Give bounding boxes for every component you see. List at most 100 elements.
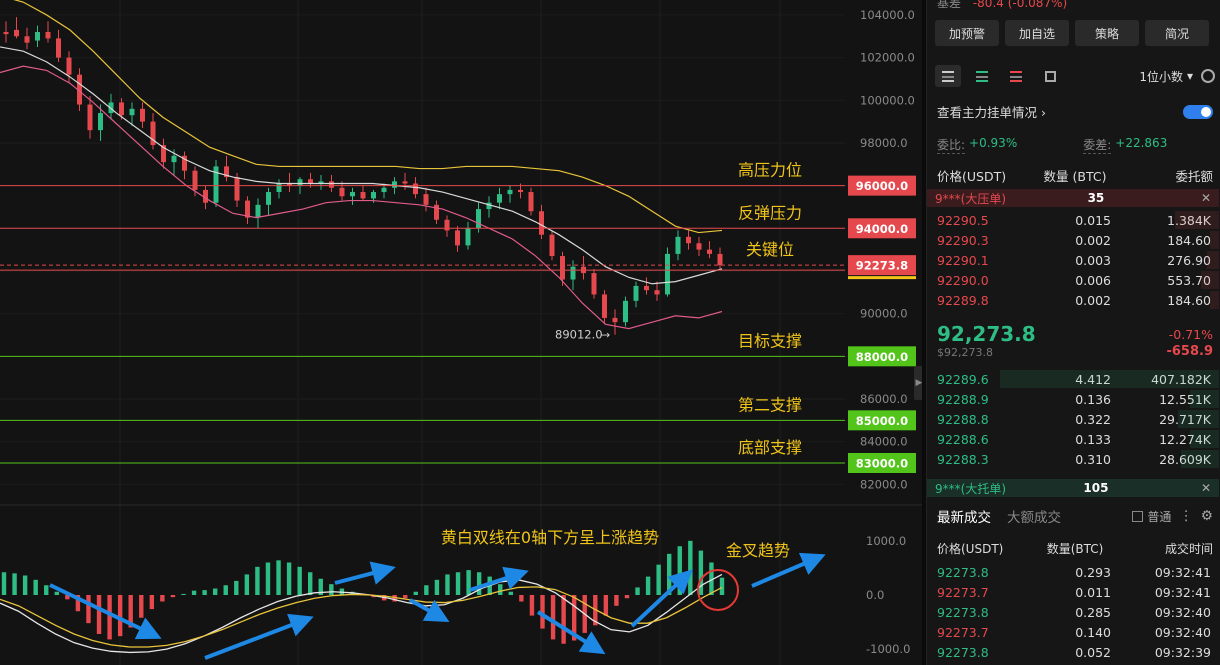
main-orders-toggle[interactable] bbox=[1183, 104, 1213, 119]
y-tick-label: 98000.0 bbox=[860, 136, 908, 150]
main-orders-label: 查看主力挂单情况 bbox=[937, 105, 1038, 120]
decimal-select-value: 1位小数 bbox=[1139, 69, 1183, 84]
candle-body bbox=[266, 192, 271, 205]
candle bbox=[245, 196, 250, 225]
normal-filter-checkbox[interactable]: 普通 bbox=[1132, 508, 1171, 525]
trade-rows: 92273.8 0.293 09:32:41 92273.7 0.011 09:32:41… bbox=[927, 562, 1219, 662]
candle-body bbox=[171, 155, 177, 163]
depth-bar bbox=[1207, 251, 1219, 269]
trade-row[interactable]: 92273.7 0.140 09:32:40 bbox=[927, 622, 1219, 642]
candle-body bbox=[45, 32, 51, 39]
trade-price: 92273.7 bbox=[937, 624, 989, 640]
basis-label: 基差 bbox=[937, 0, 962, 10]
ask-qty: 0.003 bbox=[1075, 252, 1111, 268]
candle-body bbox=[518, 189, 523, 193]
trade-row[interactable]: 92273.7 0.011 09:32:41 bbox=[927, 582, 1219, 602]
ask-qty: 0.015 bbox=[1075, 212, 1111, 228]
candle-body bbox=[98, 113, 103, 131]
ask-row[interactable]: 92290.5 0.015 1.384K bbox=[927, 210, 1219, 230]
ask-amount: 184.60 bbox=[1167, 232, 1211, 248]
candle-body bbox=[455, 230, 460, 246]
macd-histogram-bar bbox=[645, 576, 651, 595]
candle bbox=[350, 187, 355, 205]
level-tag: 83000.0 bbox=[856, 456, 908, 470]
trade-qty: 0.285 bbox=[1075, 604, 1111, 620]
candle bbox=[318, 174, 324, 190]
bid-rows: 92289.6 4.412 407.182K 92288.9 0.136 12.551K 9… bbox=[927, 369, 1219, 469]
candle bbox=[602, 290, 607, 325]
bid-row[interactable]: 92288.9 0.136 12.551K bbox=[927, 389, 1219, 409]
bid-row[interactable]: 92288.3 0.310 28.609K bbox=[927, 449, 1219, 469]
price-chart[interactable]: 104000.0 102000.0 100000.0 98000.0 96000.0 94… bbox=[0, 0, 922, 665]
expand-view-icon[interactable] bbox=[1037, 65, 1063, 87]
trade-row[interactable]: 92273.8 0.293 09:32:41 bbox=[927, 562, 1219, 582]
ask-row[interactable]: 92290.3 0.002 184.60 bbox=[927, 230, 1219, 250]
bid-row[interactable]: 92288.6 0.133 12.274K bbox=[927, 429, 1219, 449]
macd-histogram-bar bbox=[44, 585, 49, 595]
ask-row[interactable]: 92290.0 0.006 553.70 bbox=[927, 270, 1219, 290]
candle bbox=[455, 226, 460, 252]
settings-icon[interactable]: ⚙ bbox=[1201, 508, 1213, 524]
candle bbox=[3, 21, 9, 43]
macd-histogram-bar bbox=[677, 546, 682, 595]
trades-header-qty: 数量(BTC) bbox=[1046, 542, 1104, 556]
candle-body bbox=[717, 253, 723, 266]
order-stats: 委比: +0.93% 委差: +22.863 bbox=[937, 136, 1213, 154]
candle bbox=[213, 160, 219, 207]
close-icon[interactable]: ✕ bbox=[1201, 481, 1211, 495]
big-ask-order[interactable]: 9***(大压单) 35 ✕ bbox=[927, 189, 1219, 207]
candle bbox=[150, 113, 156, 150]
add-alert-button[interactable]: 加预警 bbox=[935, 20, 999, 46]
candle bbox=[486, 196, 492, 218]
macd-histogram-bar bbox=[413, 591, 418, 595]
settings-icon[interactable] bbox=[1201, 69, 1215, 83]
big-bid-order[interactable]: 9***(大托单) 105 ✕ bbox=[927, 479, 1219, 497]
trade-time: 09:32:40 bbox=[1154, 604, 1211, 620]
bid-row[interactable]: 92289.6 4.412 407.182K bbox=[927, 369, 1219, 389]
candle-body bbox=[329, 181, 334, 188]
overview-button[interactable]: 简况 bbox=[1145, 20, 1209, 46]
ask-row[interactable]: 92290.1 0.003 276.90 bbox=[927, 250, 1219, 270]
basis-value: -80.4 (-0.087%) bbox=[972, 0, 1068, 10]
tab-large-trades[interactable]: 大额成交 bbox=[1007, 506, 1061, 526]
candle bbox=[276, 179, 282, 199]
y-tick-label: 104000.0 bbox=[860, 8, 915, 22]
candle-body bbox=[675, 236, 681, 254]
big-bid-qty: 105 bbox=[1083, 481, 1109, 495]
level-tag: 96000.0 bbox=[856, 179, 908, 193]
candle-body bbox=[3, 32, 9, 35]
candle bbox=[339, 181, 345, 201]
add-favorite-button[interactable]: 加自选 bbox=[1005, 20, 1069, 46]
tab-latest-trades[interactable]: 最新成交 bbox=[937, 506, 991, 526]
level-label: 目标支撑 bbox=[738, 331, 802, 350]
macd-histogram-bar bbox=[234, 580, 239, 595]
candle bbox=[717, 247, 723, 269]
asks-only-view-icon[interactable] bbox=[1003, 65, 1029, 87]
arrow-right-icon: → bbox=[601, 329, 610, 342]
macd-histogram-bar bbox=[181, 593, 186, 595]
strategy-button[interactable]: 策略 bbox=[1075, 20, 1139, 46]
macd-histogram-bar bbox=[476, 572, 482, 595]
decimal-select[interactable]: 1位小数 ▾ bbox=[1139, 68, 1193, 85]
macd-annotation: 金叉趋势 bbox=[726, 541, 790, 560]
candle bbox=[402, 172, 408, 190]
chart-panel[interactable]: 104000.0 102000.0 100000.0 98000.0 96000.0 94… bbox=[0, 0, 924, 665]
macd-histogram-bar bbox=[519, 595, 524, 602]
candle-body bbox=[308, 179, 313, 184]
close-icon[interactable]: ✕ bbox=[1201, 191, 1211, 205]
depth-bar bbox=[1210, 231, 1219, 249]
trade-row[interactable]: 92273.8 0.285 09:32:40 bbox=[927, 602, 1219, 622]
bid-row[interactable]: 92288.8 0.322 29.717K bbox=[927, 409, 1219, 429]
trend-arrow bbox=[536, 610, 606, 655]
layout-settings-icon[interactable]: ⋮ bbox=[1179, 508, 1193, 524]
ask-row[interactable]: 92289.8 0.002 184.60 bbox=[927, 290, 1219, 310]
trade-row[interactable]: 92273.8 0.052 09:32:39 bbox=[927, 642, 1219, 662]
bids-only-view-icon[interactable] bbox=[969, 65, 995, 87]
candle-body bbox=[14, 29, 19, 37]
both-sides-view-icon[interactable] bbox=[935, 65, 961, 87]
candle bbox=[182, 151, 187, 180]
depth-bar bbox=[1000, 370, 1219, 388]
candle bbox=[360, 185, 366, 201]
y-tick-label: 86000.0 bbox=[860, 392, 908, 406]
candle bbox=[654, 281, 660, 301]
